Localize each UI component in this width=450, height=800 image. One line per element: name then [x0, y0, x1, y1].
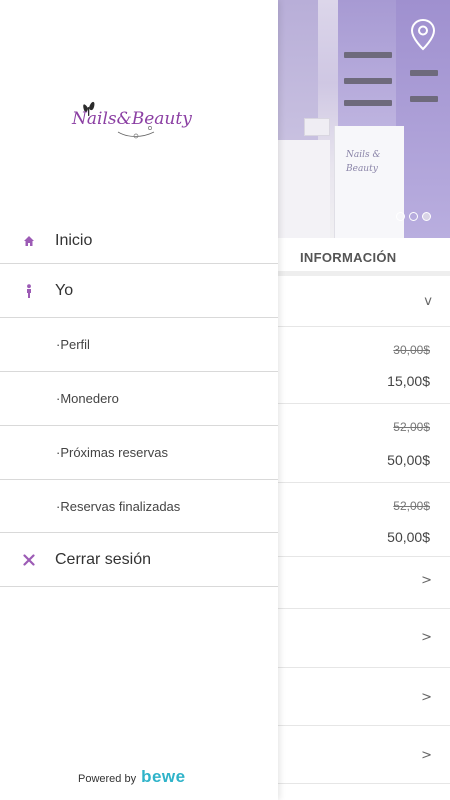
- bewe-logo: bewe: [141, 767, 186, 786]
- person-icon: [21, 283, 37, 299]
- chevron-right-icon: >: [421, 690, 432, 705]
- link-row[interactable]: >: [278, 668, 450, 726]
- salon-sign: Nails & Beauty: [346, 150, 381, 174]
- menu-item-label: Inicio: [55, 232, 93, 249]
- submenu-item-proximas-reservas[interactable]: ·Próximas reservas: [0, 426, 278, 480]
- carousel-dot[interactable]: [409, 212, 418, 221]
- brand-logo: Nails&Beauty: [71, 101, 192, 139]
- price: 50,00$: [387, 529, 430, 545]
- submenu-item-perfil[interactable]: ·Perfil: [0, 318, 278, 372]
- old-price: 52,00$: [393, 420, 430, 434]
- service-row[interactable]: 30,00$ 15,00$: [278, 327, 450, 404]
- chevron-right-icon: >: [421, 630, 432, 645]
- powered-by[interactable]: Powered by bewe: [78, 768, 186, 785]
- chevron-right-icon: >: [421, 573, 432, 588]
- service-row[interactable]: 52,00$ 50,00$: [278, 483, 450, 557]
- old-price: 52,00$: [393, 499, 430, 513]
- menu-item-label: Yo: [55, 281, 74, 299]
- service-row[interactable]: 52,00$ 50,00$: [278, 404, 450, 483]
- submenu-item-monedero[interactable]: ·Monedero: [0, 372, 278, 426]
- powered-by-label: Powered by: [78, 773, 137, 785]
- price: 15,00$: [387, 373, 430, 389]
- location-pin-icon[interactable]: [410, 18, 436, 52]
- logout-button[interactable]: Cerrar sesión: [0, 533, 278, 587]
- link-row[interactable]: >: [278, 726, 450, 784]
- submenu-item-label: ·Perfil: [56, 337, 90, 352]
- chevron-down-icon: v: [424, 294, 432, 309]
- menu-item-inicio[interactable]: Inicio: [0, 219, 278, 264]
- section-title: INFORMACIÓN: [300, 250, 397, 265]
- expand-row[interactable]: v: [278, 276, 450, 327]
- menu-item-yo[interactable]: Yo: [0, 264, 278, 318]
- submenu-item-label: ·Reservas finalizadas: [56, 498, 181, 514]
- close-icon: [21, 552, 37, 568]
- home-icon: [21, 233, 37, 249]
- link-row[interactable]: >: [278, 557, 450, 609]
- submenu-item-reservas-finalizadas[interactable]: ·Reservas finalizadas: [0, 480, 278, 533]
- submenu-item-label: ·Monedero: [56, 391, 119, 406]
- price: 50,00$: [387, 452, 430, 468]
- carousel-dot-active[interactable]: [422, 212, 431, 221]
- old-price: 30,00$: [393, 343, 430, 357]
- chevron-right-icon: >: [421, 748, 432, 763]
- link-row[interactable]: >: [278, 609, 450, 668]
- submenu-item-label: ·Próximas reservas: [56, 445, 168, 460]
- carousel-dot[interactable]: [396, 212, 405, 221]
- svg-text:Nails&Beauty: Nails&Beauty: [71, 109, 192, 129]
- carousel-indicator: [396, 212, 431, 221]
- menu-item-label: Cerrar sesión: [55, 550, 152, 568]
- navigation-drawer: Nails&Beauty Inicio Yo ·Perfil ·Monedero…: [0, 0, 278, 800]
